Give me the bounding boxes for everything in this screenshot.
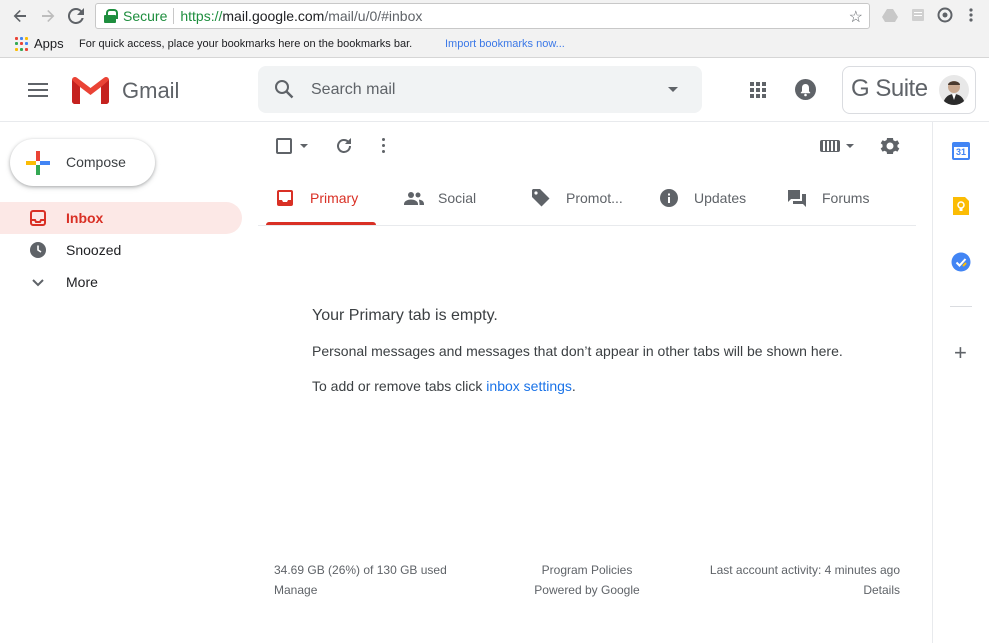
select-all-checkbox[interactable]	[276, 138, 292, 154]
select-options-caret-icon[interactable]	[300, 144, 308, 148]
url-path: /mail/u/0/#inbox	[324, 8, 423, 24]
tab-label: Forums	[822, 190, 870, 206]
chrome-menu-icon[interactable]	[963, 7, 979, 23]
tab-forums[interactable]: Forums	[778, 170, 906, 226]
google-apps-icon[interactable]	[750, 82, 766, 98]
input-tools-caret-icon[interactable]	[846, 144, 854, 148]
storage-usage: 34.69 GB (26%) of 130 GB used	[274, 563, 447, 577]
side-panel-separator	[950, 306, 972, 307]
side-panel-divider	[932, 122, 933, 643]
sidebar-item-label: More	[66, 274, 98, 290]
add-addon-icon[interactable]: +	[954, 340, 967, 366]
last-activity: Last account activity: 4 minutes ago	[709, 563, 900, 577]
tab-primary[interactable]: Primary	[266, 170, 394, 226]
apps-grid-icon[interactable]	[15, 37, 29, 51]
product-name: Gmail	[122, 78, 180, 103]
document-extension-icon[interactable]	[910, 7, 926, 23]
tab-label: Promot...	[566, 190, 623, 206]
bookmarks-hint: For quick access, place your bookmarks h…	[79, 38, 413, 50]
inbox-icon	[30, 210, 46, 226]
account-button[interactable]: G Suite	[842, 66, 976, 114]
secure-label: Secure	[123, 8, 168, 24]
more-options-icon[interactable]	[382, 138, 386, 154]
tab-label: Primary	[310, 190, 359, 206]
tip-prefix: To add or remove tabs click	[312, 378, 487, 394]
tasks-icon[interactable]	[951, 252, 971, 272]
drive-extension-icon[interactable]	[882, 7, 898, 23]
activity-details-link[interactable]: Details	[680, 580, 900, 600]
manage-storage-link[interactable]: Manage	[274, 580, 447, 600]
program-policies-link[interactable]: Program Policies	[532, 560, 642, 580]
empty-state-tip: To add or remove tabs click inbox settin…	[312, 378, 576, 394]
empty-state-title: Your Primary tab is empty.	[312, 307, 498, 324]
gear-icon[interactable]	[880, 136, 900, 161]
search-input[interactable]: Search mail	[311, 81, 395, 99]
people-icon	[404, 189, 424, 207]
forum-icon	[788, 189, 806, 207]
sidebar-item-label: Inbox	[66, 210, 104, 226]
sidebar-item-more[interactable]: More	[0, 266, 242, 298]
avatar[interactable]	[939, 75, 969, 105]
tip-suffix: .	[571, 378, 576, 394]
inbox-icon	[276, 189, 294, 207]
chevron-down-icon	[30, 274, 46, 290]
footer-links: Program Policies Powered by Google	[532, 560, 642, 600]
search-bar[interactable]: Search mail	[258, 66, 702, 113]
main-menu-icon[interactable]	[28, 83, 48, 97]
account-activity: Last account activity: 4 minutes ago Det…	[680, 560, 900, 600]
forward-arrow-icon[interactable]	[37, 5, 59, 27]
compose-label: Compose	[66, 154, 126, 170]
tab-label: Social	[438, 190, 477, 206]
url-scheme: https://	[180, 8, 223, 24]
omnibox-divider	[173, 8, 175, 24]
lock-icon	[104, 9, 118, 23]
refresh-icon[interactable]	[335, 137, 353, 160]
clock-icon	[30, 242, 46, 258]
reload-icon[interactable]	[65, 5, 87, 27]
calendar-day: 31	[955, 147, 966, 157]
search-options-caret-icon[interactable]	[668, 87, 678, 92]
tag-icon	[532, 189, 550, 207]
tabs-divider	[258, 225, 916, 226]
import-bookmarks-link[interactable]: Import bookmarks now...	[445, 38, 565, 50]
tab-promotions[interactable]: Promot...	[522, 170, 650, 226]
search-icon[interactable]	[274, 79, 294, 104]
calendar-icon[interactable]: 31	[951, 141, 971, 161]
bookmark-star-icon[interactable]: ☆	[849, 7, 863, 27]
back-arrow-icon[interactable]	[9, 5, 31, 27]
sidebar-item-label: Snoozed	[66, 242, 122, 258]
keep-icon[interactable]	[951, 196, 971, 216]
gsuite-brand: G Suite	[851, 75, 928, 102]
tab-updates[interactable]: Updates	[650, 170, 778, 226]
keyboard-icon[interactable]	[820, 140, 840, 152]
powered-by: Powered by Google	[534, 583, 640, 597]
apps-bookmark[interactable]: Apps	[34, 36, 64, 51]
sidebar-item-snoozed[interactable]: Snoozed	[0, 234, 242, 266]
notifications-bell-icon[interactable]	[795, 79, 816, 100]
info-icon	[660, 189, 678, 207]
url-host: mail.google.com	[222, 8, 325, 24]
header-divider	[0, 121, 989, 122]
extension-swirl-icon[interactable]	[937, 7, 953, 23]
storage-info: 34.69 GB (26%) of 130 GB used Manage	[274, 560, 447, 600]
gmail-logo-icon[interactable]	[72, 76, 109, 104]
tab-social[interactable]: Social	[394, 170, 522, 226]
compose-plus-icon	[26, 151, 50, 175]
tab-label: Updates	[694, 190, 747, 206]
compose-button[interactable]: Compose	[10, 139, 155, 186]
inbox-settings-link[interactable]: inbox settings	[486, 378, 572, 394]
sidebar-item-inbox[interactable]: Inbox	[0, 202, 242, 234]
empty-state-message: Personal messages and messages that don’…	[312, 343, 843, 359]
address-bar[interactable]: Secure https:// mail.google.com /mail/u/…	[95, 3, 870, 29]
